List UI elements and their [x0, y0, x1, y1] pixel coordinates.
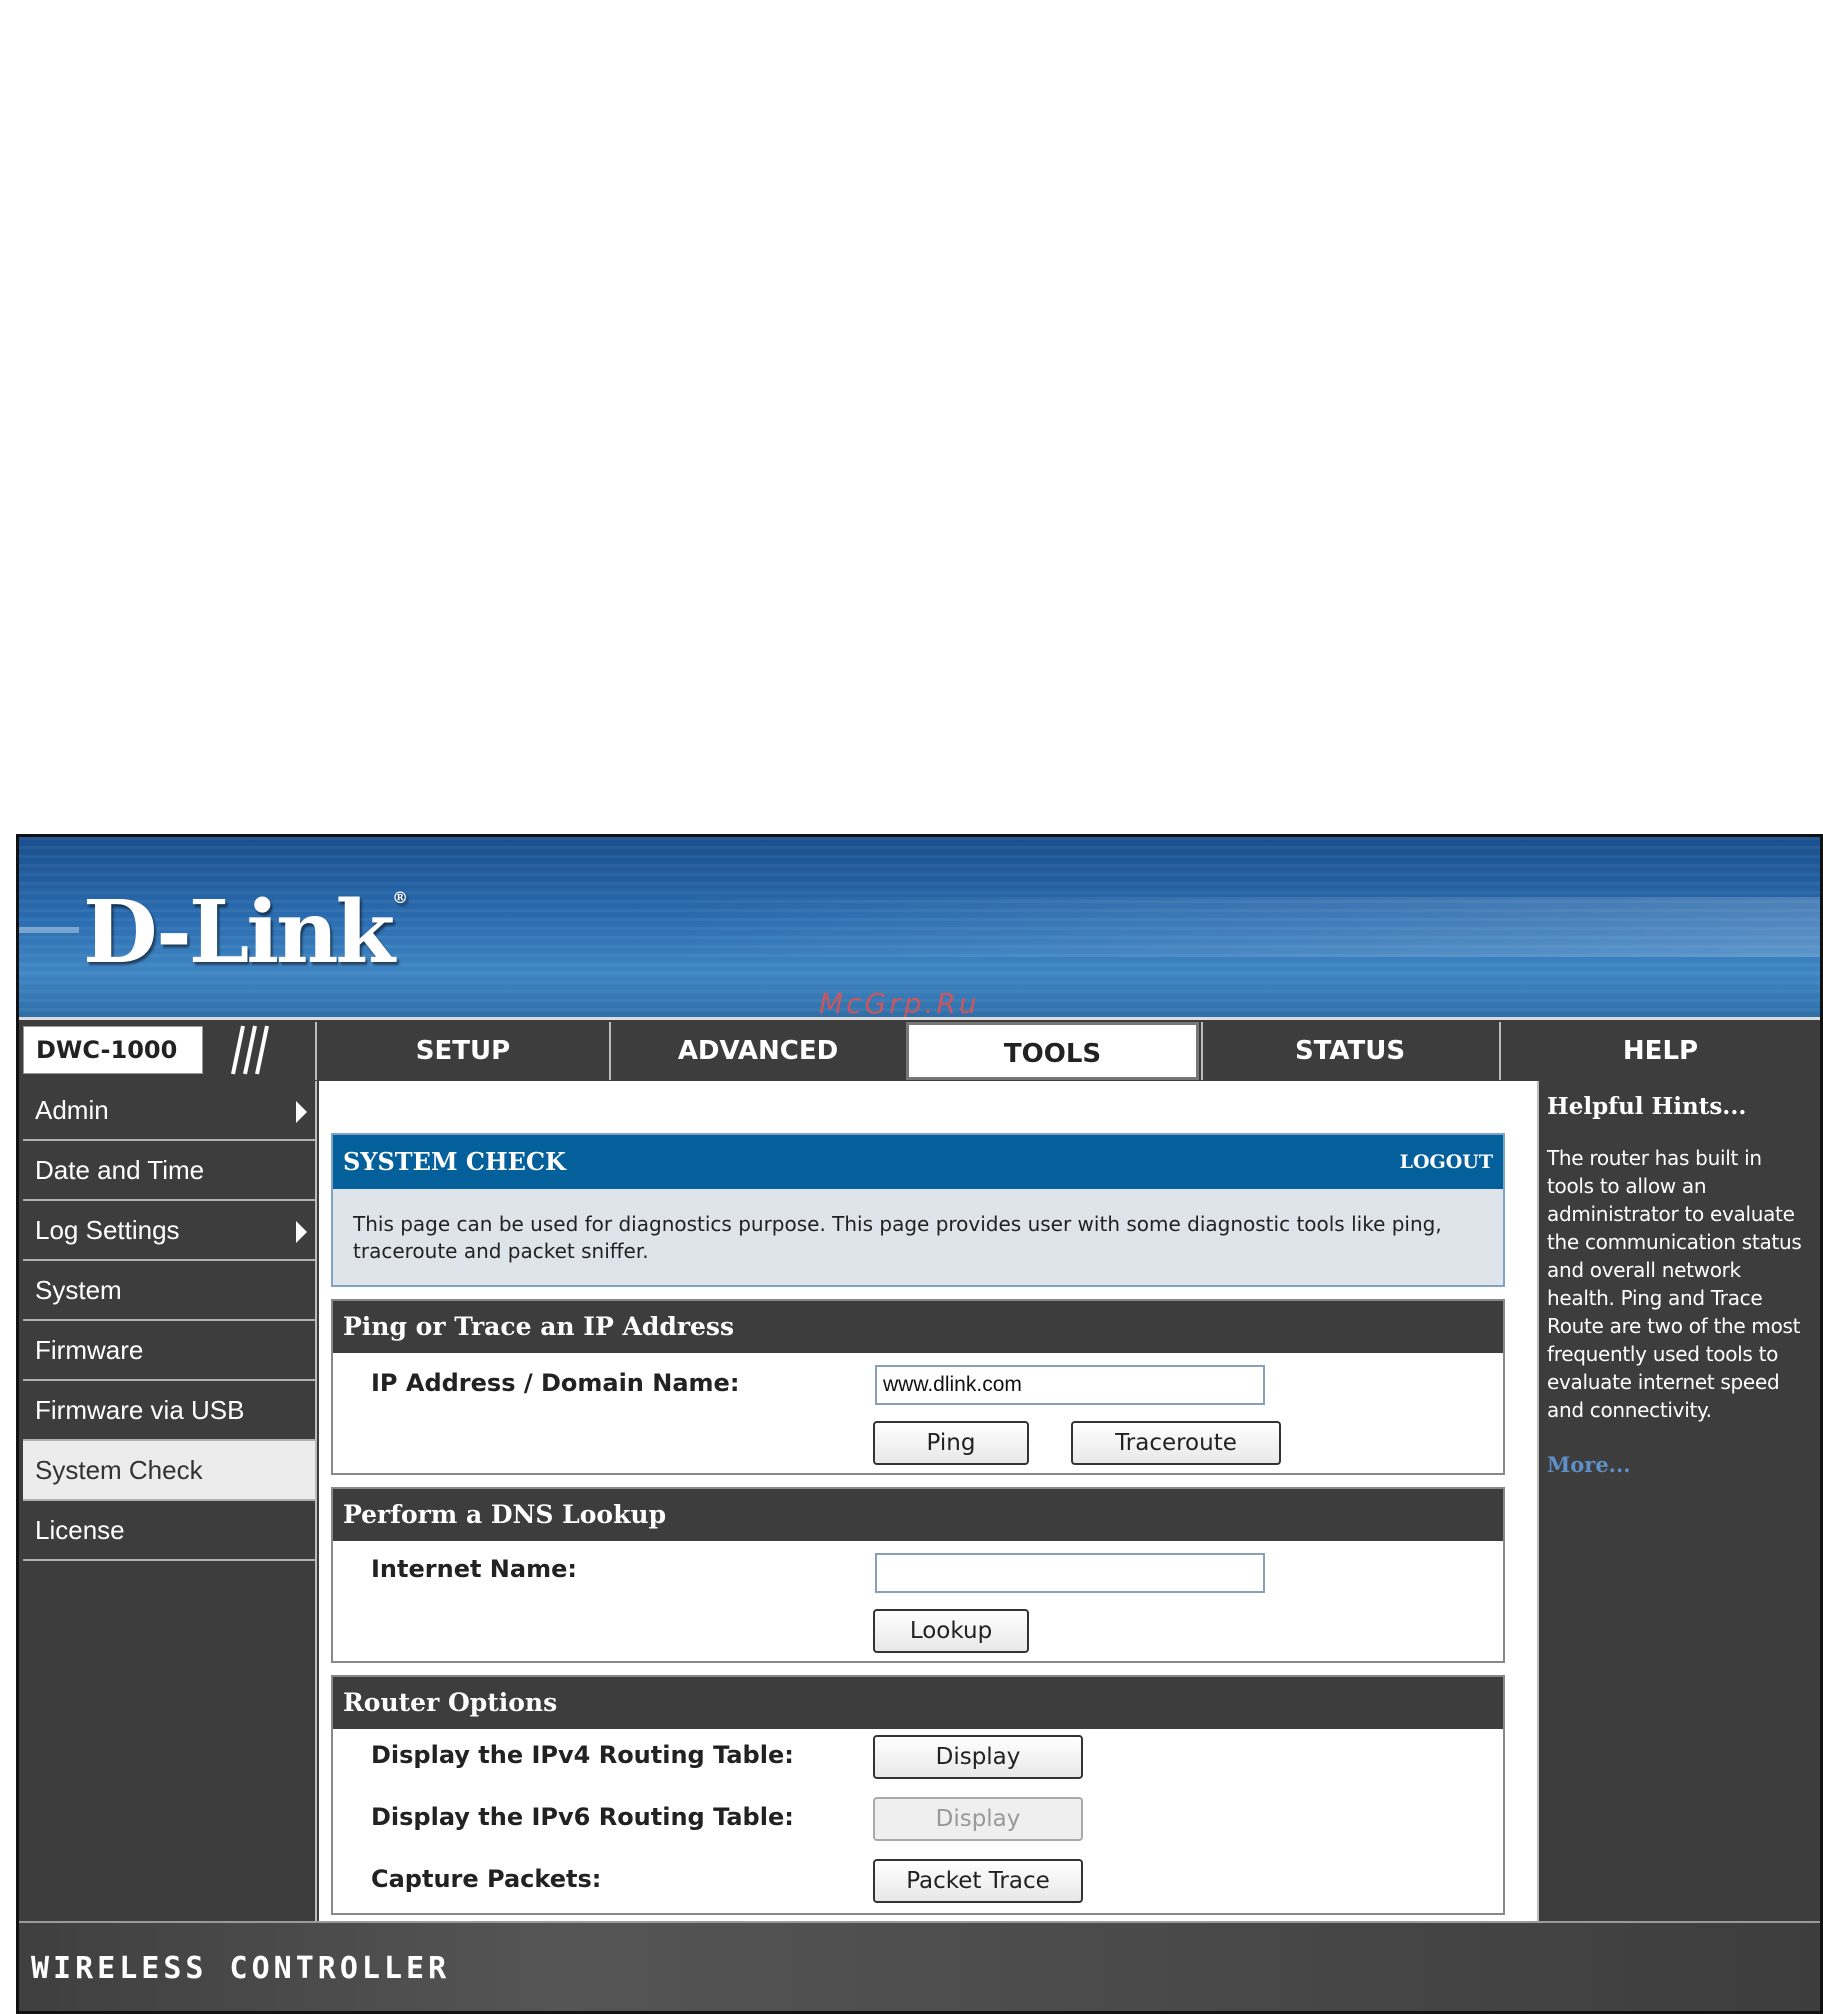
ping-section-header: Ping or Trace an IP Address [333, 1301, 1503, 1353]
sidebar-item-label: Log Settings [35, 1215, 180, 1245]
ping-button[interactable]: Ping [873, 1421, 1029, 1465]
display-ipv6-button[interactable]: Display [873, 1797, 1083, 1841]
internet-name-label: Internet Name: [371, 1555, 577, 1583]
dns-section-header: Perform a DNS Lookup [333, 1489, 1503, 1541]
top-nav: DWC-1000 SETUP ADVANCED TOOLS STATUS HEL… [19, 1017, 1820, 1081]
sidebar-item-system[interactable]: System [23, 1261, 315, 1321]
slashes-decoration [231, 1025, 269, 1075]
page-description: This page can be used for diagnostics pu… [333, 1189, 1503, 1285]
ipv4-routing-label: Display the IPv4 Routing Table: [371, 1741, 794, 1769]
more-link[interactable]: More... [1547, 1452, 1812, 1477]
sidebar-item-label: License [35, 1515, 125, 1545]
system-check-panel: SYSTEM CHECK LOGOUT This page can be use… [331, 1133, 1505, 1287]
router-options-header: Router Options [333, 1677, 1503, 1729]
sidebar-item-label: Firmware [35, 1335, 144, 1365]
sidebar-item-log-settings[interactable]: Log Settings [23, 1201, 315, 1261]
sidebar-item-license[interactable]: License [23, 1501, 315, 1561]
logout-link[interactable]: LOGOUT [1400, 1151, 1493, 1173]
sidebar-item-date-and-time[interactable]: Date and Time [23, 1141, 315, 1201]
sidebar-item-admin[interactable]: Admin [23, 1081, 315, 1141]
sidebar-item-label: Admin [35, 1095, 109, 1125]
ipv6-routing-label: Display the IPv6 Routing Table: [371, 1803, 794, 1831]
traceroute-button[interactable]: Traceroute [1071, 1421, 1281, 1465]
ip-address-input[interactable] [875, 1365, 1265, 1405]
chevron-right-icon [296, 1221, 307, 1243]
footer-label: WIRELESS CONTROLLER [31, 1951, 451, 1986]
sidebar-item-label: Firmware via USB [35, 1395, 245, 1425]
dns-section: Perform a DNS Lookup Internet Name: Look… [331, 1487, 1505, 1663]
packet-trace-button[interactable]: Packet Trace [873, 1859, 1083, 1903]
tab-help[interactable]: HELP [1499, 1022, 1820, 1080]
router-admin-window: D-Link® McGrp.Ru DWC-1000 SETUP ADVANCED… [16, 834, 1823, 2014]
tab-status[interactable]: STATUS [1201, 1022, 1497, 1080]
router-options-section: Router Options Display the IPv4 Routing … [331, 1675, 1505, 1915]
ip-address-label: IP Address / Domain Name: [371, 1369, 740, 1397]
hints-title: Helpful Hints... [1547, 1093, 1747, 1120]
ping-section: Ping or Trace an IP Address IP Address /… [331, 1299, 1505, 1475]
tab-advanced[interactable]: ADVANCED [609, 1022, 905, 1080]
footer: WIRELESS CONTROLLER [19, 1921, 1820, 2011]
tab-setup[interactable]: SETUP [315, 1022, 609, 1080]
tab-tools[interactable]: TOOLS [906, 1022, 1199, 1080]
sidebar-item-firmware[interactable]: Firmware [23, 1321, 315, 1381]
sidebar-item-label: System Check [35, 1455, 203, 1485]
main-content: SYSTEM CHECK LOGOUT This page can be use… [319, 1081, 1537, 1921]
header-banner: D-Link® McGrp.Ru [19, 837, 1820, 1017]
display-ipv4-button[interactable]: Display [873, 1735, 1083, 1779]
capture-packets-label: Capture Packets: [371, 1865, 602, 1893]
page-title: SYSTEM CHECK [343, 1147, 566, 1176]
sidebar-item-system-check[interactable]: System Check [23, 1441, 315, 1501]
helpful-hints-panel: Helpful Hints... The router has built in… [1537, 1081, 1820, 1921]
sidebar-item-firmware-via-usb[interactable]: Firmware via USB [23, 1381, 315, 1441]
chevron-right-icon [296, 1101, 307, 1123]
internet-name-input[interactable] [875, 1553, 1265, 1593]
sidebar-item-label: Date and Time [35, 1155, 205, 1185]
watermark: McGrp.Ru [819, 987, 980, 1017]
model-label: DWC-1000 [23, 1026, 203, 1074]
system-check-header: SYSTEM CHECK LOGOUT [333, 1135, 1503, 1189]
sidebar: Admin Date and Time Log Settings System … [23, 1081, 317, 1921]
dlink-logo: D-Link® [83, 882, 409, 983]
sidebar-item-label: System [35, 1275, 122, 1305]
lookup-button[interactable]: Lookup [873, 1609, 1029, 1653]
hints-text: The router has built in tools to allow a… [1547, 1146, 1802, 1422]
